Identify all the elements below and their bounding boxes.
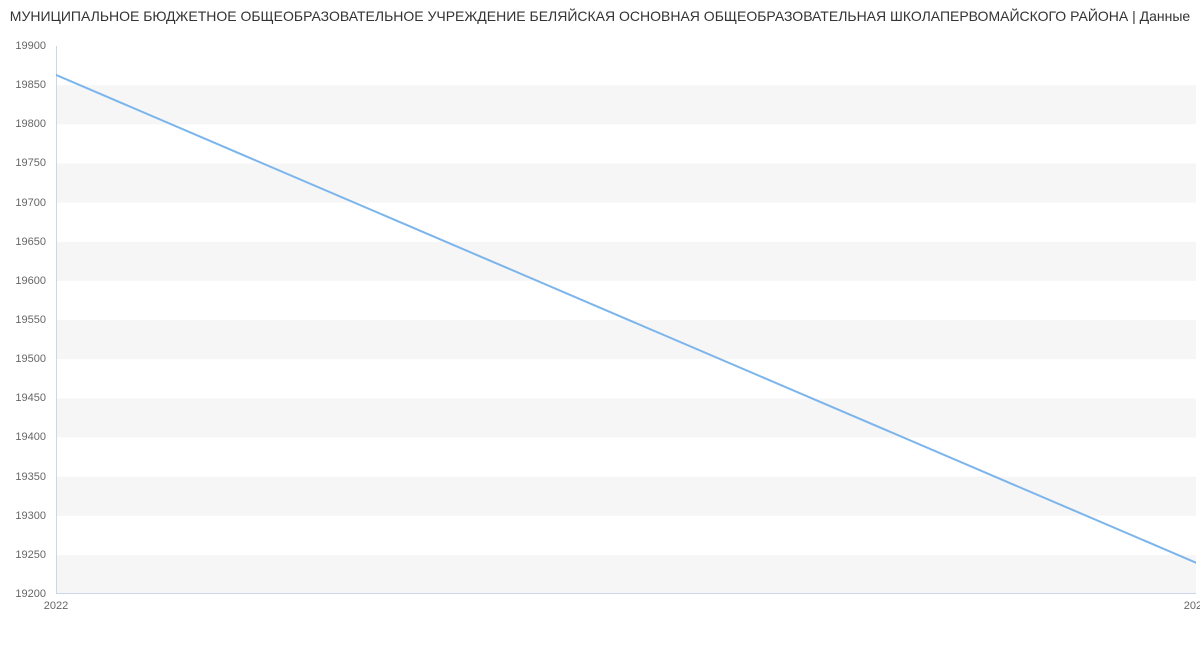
grid-band (56, 437, 1196, 476)
x-axis-labels: 20222024 (56, 598, 1196, 618)
chart-title: МУНИЦИПАЛЬНОЕ БЮДЖЕТНОЕ ОБЩЕОБРАЗОВАТЕЛЬ… (0, 8, 1200, 24)
grid-band (56, 555, 1196, 594)
y-tick-label: 19550 (15, 314, 46, 326)
y-tick-label: 19800 (15, 118, 46, 130)
grid-band (56, 46, 1196, 85)
grid-band (56, 320, 1196, 359)
grid-band (56, 203, 1196, 242)
y-tick-label: 19450 (15, 392, 46, 404)
grid-band (56, 516, 1196, 555)
y-axis-labels: 1920019250193001935019400194501950019550… (0, 46, 52, 594)
y-tick-label: 19300 (15, 510, 46, 522)
y-tick-label: 19400 (15, 431, 46, 443)
grid-band (56, 242, 1196, 281)
grid-band (56, 281, 1196, 320)
y-tick-label: 19750 (15, 157, 46, 169)
y-tick-label: 19700 (15, 197, 46, 209)
y-tick-label: 19250 (15, 549, 46, 561)
grid-band (56, 163, 1196, 202)
grid-band (56, 477, 1196, 516)
plot-area[interactable] (56, 46, 1196, 594)
y-tick-label: 19600 (15, 275, 46, 287)
chart-container: МУНИЦИПАЛЬНОЕ БЮДЖЕТНОЕ ОБЩЕОБРАЗОВАТЕЛЬ… (0, 0, 1200, 650)
y-tick-label: 19900 (15, 40, 46, 52)
grid-band (56, 85, 1196, 124)
y-tick-label: 19350 (15, 471, 46, 483)
chart-svg (56, 46, 1196, 594)
y-tick-label: 19500 (15, 353, 46, 365)
grid-band (56, 124, 1196, 163)
x-tick-label: 2022 (44, 600, 68, 612)
y-tick-label: 19650 (15, 236, 46, 248)
grid-band (56, 398, 1196, 437)
y-tick-label: 19200 (15, 588, 46, 600)
x-tick-label: 2024 (1184, 600, 1200, 612)
grid-band (56, 359, 1196, 398)
y-tick-label: 19850 (15, 79, 46, 91)
